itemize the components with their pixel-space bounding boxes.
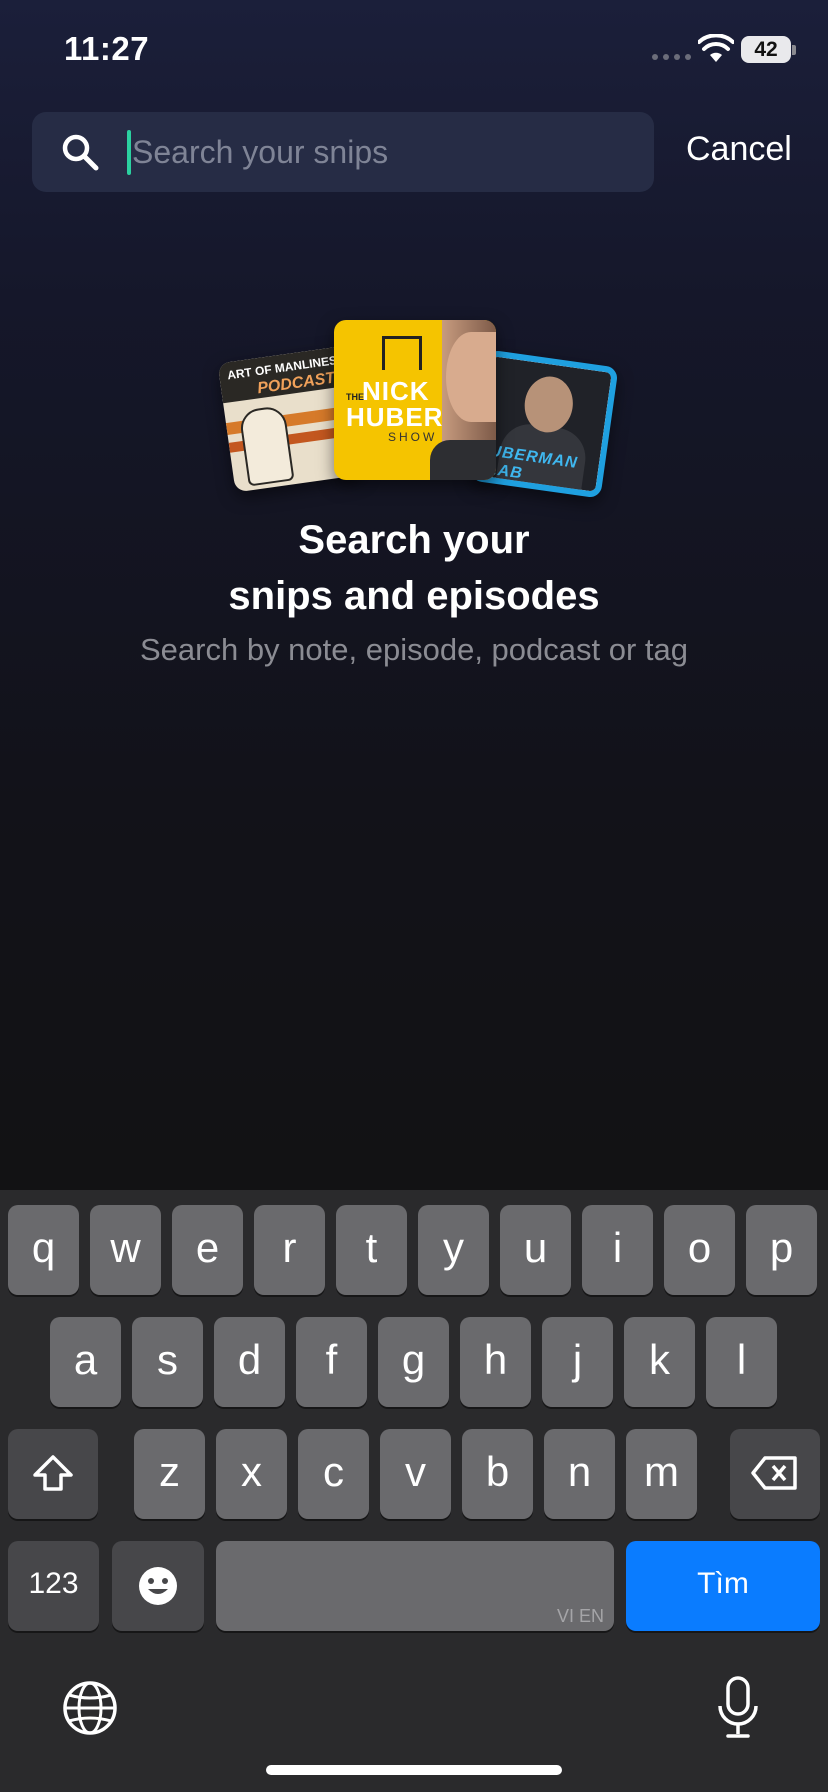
search-return-key[interactable]: Tìm xyxy=(626,1541,820,1631)
key-u[interactable]: u xyxy=(500,1205,571,1295)
key-s[interactable]: s xyxy=(132,1317,203,1407)
key-h[interactable]: h xyxy=(460,1317,531,1407)
cancel-button[interactable]: Cancel xyxy=(686,130,792,169)
text-caret xyxy=(127,130,131,175)
space-bar[interactable]: VI EN xyxy=(216,1541,614,1631)
search-input[interactable] xyxy=(132,112,632,192)
key-a[interactable]: a xyxy=(50,1317,121,1407)
key-g[interactable]: g xyxy=(378,1317,449,1407)
cellular-signal-icon xyxy=(652,54,691,60)
key-e[interactable]: e xyxy=(172,1205,243,1295)
empty-state-subtitle: Search by note, episode, podcast or tag xyxy=(139,632,689,667)
shift-icon xyxy=(33,1455,73,1491)
key-k[interactable]: k xyxy=(624,1317,695,1407)
globe-icon[interactable] xyxy=(62,1680,118,1736)
key-d[interactable]: d xyxy=(214,1317,285,1407)
key-x[interactable]: x xyxy=(216,1429,287,1519)
status-time: 11:27 xyxy=(64,30,150,67)
battery-icon: 42 xyxy=(741,36,791,63)
emoji-icon xyxy=(139,1567,177,1605)
key-l[interactable]: l xyxy=(706,1317,777,1407)
cover-text: SHOW xyxy=(388,430,438,444)
house-icon xyxy=(382,336,422,370)
key-c[interactable]: c xyxy=(298,1429,369,1519)
backspace-icon xyxy=(751,1456,797,1490)
key-t[interactable]: t xyxy=(336,1205,407,1295)
home-indicator[interactable] xyxy=(266,1765,562,1775)
search-icon xyxy=(62,134,99,171)
emoji-key[interactable] xyxy=(112,1541,204,1631)
key-v[interactable]: v xyxy=(380,1429,451,1519)
nick-huber-show-cover: THE NICK HUBER SHOW xyxy=(334,320,496,480)
key-q[interactable]: q xyxy=(8,1205,79,1295)
battery-tip xyxy=(792,45,796,55)
key-i[interactable]: i xyxy=(582,1205,653,1295)
cover-text: HUBER xyxy=(346,402,444,432)
backspace-key[interactable] xyxy=(730,1429,820,1519)
key-z[interactable]: z xyxy=(134,1429,205,1519)
podcast-artwork-cluster: ART OF MANLINESS PODCAST UBERMAN LAB THE … xyxy=(217,318,619,499)
shift-key[interactable] xyxy=(8,1429,98,1519)
numbers-key[interactable]: 123 xyxy=(8,1541,99,1631)
key-y[interactable]: y xyxy=(418,1205,489,1295)
wifi-icon xyxy=(698,34,734,62)
key-p[interactable]: p xyxy=(746,1205,817,1295)
key-m[interactable]: m xyxy=(626,1429,697,1519)
language-hint: VI EN xyxy=(556,1606,604,1626)
key-w[interactable]: w xyxy=(90,1205,161,1295)
status-bar: 11:27 42 xyxy=(0,0,828,100)
key-o[interactable]: o xyxy=(664,1205,735,1295)
search-bar[interactable] xyxy=(32,112,654,192)
key-r[interactable]: r xyxy=(254,1205,325,1295)
key-f[interactable]: f xyxy=(296,1317,367,1407)
microphone-icon[interactable] xyxy=(716,1676,760,1740)
key-b[interactable]: b xyxy=(462,1429,533,1519)
key-j[interactable]: j xyxy=(542,1317,613,1407)
key-n[interactable]: n xyxy=(544,1429,615,1519)
empty-state-title: Search your snips and episodes xyxy=(228,518,600,618)
